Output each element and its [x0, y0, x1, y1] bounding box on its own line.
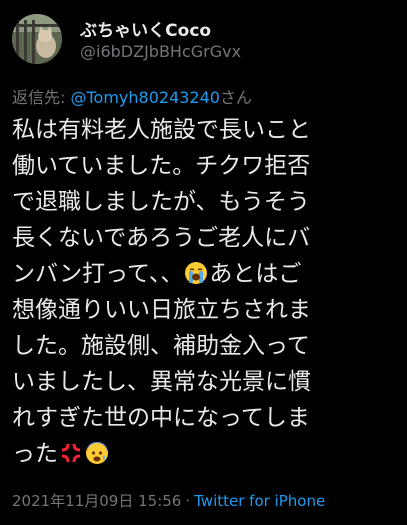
tweet-line-with-emoji: った — [12, 436, 404, 472]
loudly-crying-face-icon — [185, 262, 208, 284]
tweet-meta: 2021年11月09日 15:56 · Twitter for iPhone — [12, 490, 325, 511]
tweet-line-with-emoji: ンバン打って、、 あとはご — [12, 256, 404, 292]
tweet-line: 長くないであろうご老人にバ — [12, 225, 311, 251]
tweet-line-part: った — [12, 441, 58, 467]
tweet-line: れすぎた世の中になってしま — [12, 405, 310, 431]
tweet-text: 私は有料老人施設で長いこと 働いていました。チクワ拒否 で退職しましたが、もうそ… — [12, 112, 404, 472]
meta-separator: · — [185, 492, 191, 510]
tweet-line: 想像通りいい日旅立ちされま — [12, 297, 311, 323]
tweet-line: 私は有料老人施設で長いこと — [12, 117, 311, 143]
tweet-line: した。施設側、補助金入って — [12, 333, 310, 359]
reply-mention-link[interactable]: @Tomyh80243240 — [70, 88, 219, 107]
tweet-card: ぶちゃいくCoco @i6bDZJbBHcGrGvx 返信先: @Tomyh80… — [0, 0, 407, 525]
tweet-timestamp[interactable]: 2021年11月09日 15:56 — [12, 492, 181, 510]
reply-to-line: 返信先: @Tomyh80243240さん — [12, 84, 252, 108]
user-handle[interactable]: @i6bDZJbBHcGrGvx — [80, 42, 241, 61]
tweet-source-link[interactable]: Twitter for iPhone — [194, 492, 325, 510]
tweet-line-part: あとはご — [209, 261, 302, 287]
tweet-line-part: ンバン打って、、 — [12, 261, 184, 287]
reply-suffix: さん — [219, 88, 252, 107]
tweet-line: で退職しましたが、もうそう — [12, 189, 310, 215]
tweet-line: いましたし、異常な光景に慣 — [12, 369, 311, 395]
anger-symbol-icon — [61, 443, 81, 463]
fearful-face-icon — [86, 442, 108, 464]
reply-prefix: 返信先: — [12, 88, 71, 107]
avatar[interactable] — [12, 14, 62, 64]
display-name[interactable]: ぶちゃいくCoco — [80, 16, 211, 41]
tweet-line: 働いていました。チクワ拒否 — [12, 153, 311, 179]
